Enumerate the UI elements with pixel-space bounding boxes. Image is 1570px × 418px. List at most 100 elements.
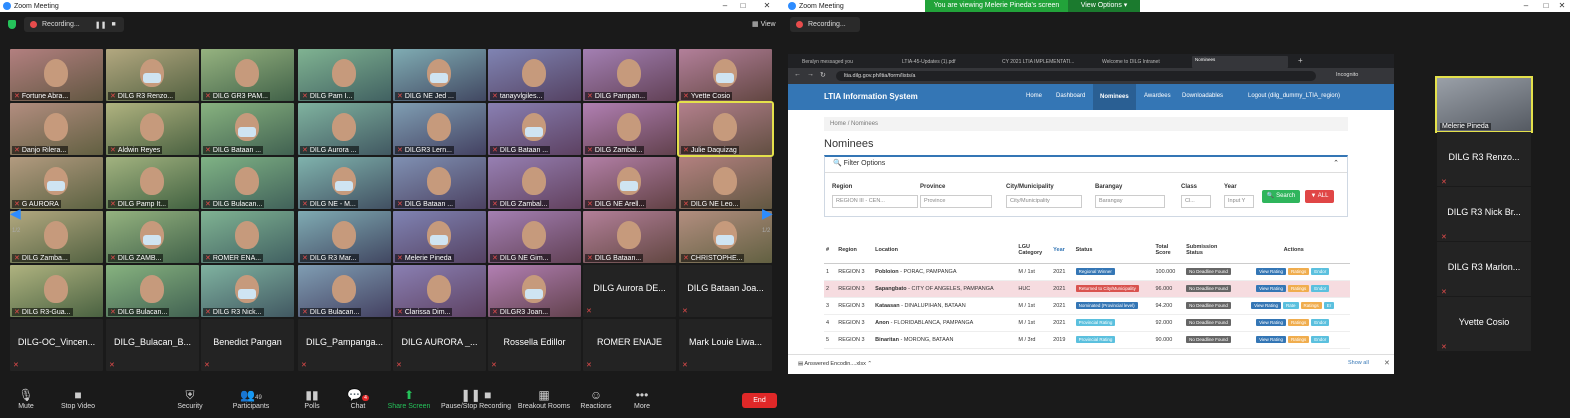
participant-video-tile[interactable]: ✕ tanayvlgiles...	[488, 49, 581, 101]
participant-video-tile[interactable]: ✕ DILG R3 Renzo...	[106, 49, 199, 101]
back-icon[interactable]: ←	[794, 71, 801, 78]
browser-tab[interactable]: Welcome to DILG Intranet	[1092, 56, 1188, 68]
participant-tile[interactable]: DILG Aurora DE... ✕	[583, 265, 676, 317]
participant-video-tile[interactable]: ✕ DILG NE Leo...	[679, 157, 772, 209]
participant-video-tile[interactable]: ✕ ROMER ENA...	[201, 211, 294, 263]
participant-video-tile[interactable]: ✕ DILG Bataan ...	[201, 103, 294, 155]
view-options-button[interactable]: View Options ▾	[1068, 0, 1140, 12]
participant-tile[interactable]: Mark Louie Liwa... ✕	[679, 319, 772, 371]
view-button[interactable]: ▦ View	[752, 20, 776, 28]
side-participant-tile[interactable]: DILG R3 Nick Br... ✕	[1437, 187, 1531, 241]
participant-video-tile[interactable]: ✕ CHRISTOPHE...	[679, 211, 772, 263]
browser-tab-active[interactable]: Nominees	[1192, 56, 1288, 68]
participant-video-tile[interactable]: ✕ DILG Aurora ...	[298, 103, 391, 155]
action-button[interactable]: Ratings	[1288, 336, 1310, 343]
url-field[interactable]: ltia.dilg.gov.ph/ltia/form/lists/a	[836, 71, 1316, 81]
end-meeting-button[interactable]: End	[742, 393, 777, 408]
action-button[interactable]: Endor	[1311, 285, 1330, 292]
side-video-tile[interactable]: Melerie Pineda	[1435, 76, 1533, 133]
nav-nominees[interactable]: Nominees	[1093, 84, 1136, 110]
filter-select[interactable]: Cl...	[1181, 195, 1211, 208]
participant-video-tile[interactable]: ✕ DILG NE Gim...	[488, 211, 581, 263]
participant-video-tile[interactable]: ✕ G AURORA	[10, 157, 103, 209]
participant-video-tile[interactable]: ✕ DILGR3 Joan...	[488, 265, 581, 317]
action-button[interactable]: Ratings	[1300, 302, 1322, 309]
participant-tile[interactable]: DILG Bataan Joa... ✕	[679, 265, 772, 317]
filter-select[interactable]: Province	[920, 195, 992, 208]
participant-video-tile[interactable]: ✕ DILG Pam I...	[298, 49, 391, 101]
participant-video-tile[interactable]: ✕ DILG R3 Nick...	[201, 265, 294, 317]
filter-header[interactable]: 🔍 Filter Options ⌃	[825, 157, 1347, 173]
reload-icon[interactable]: ↻	[820, 71, 826, 79]
participant-video-tile[interactable]: ✕ DILG Pamp It...	[106, 157, 199, 209]
nav-dashboard[interactable]: Dashboard	[1056, 93, 1085, 99]
nav-home[interactable]: Home	[1026, 93, 1042, 99]
close-download-bar-icon[interactable]: ✕	[1384, 359, 1390, 367]
prev-page-arrow-icon[interactable]: ◀	[10, 205, 21, 222]
security-button[interactable]: ⛨ Security	[160, 388, 220, 410]
action-button[interactable]: Er	[1323, 302, 1335, 309]
security-shield-icon[interactable]	[8, 20, 16, 29]
action-button[interactable]: Endor	[1311, 336, 1330, 343]
browser-tab[interactable]: LTIA-45-Updates (1).pdf	[892, 56, 988, 68]
pause-recording-button[interactable]: ❚❚ ■ Pause/Stop Recording	[438, 388, 514, 410]
side-participant-tile[interactable]: DILG R3 Renzo... ✕	[1437, 132, 1531, 186]
participant-video-tile[interactable]: ✕ Yvette Cosio	[679, 49, 772, 101]
action-button[interactable]: View Rating	[1251, 302, 1281, 309]
participant-video-tile[interactable]: ✕ DILG ZAMB...	[106, 211, 199, 263]
participant-tile[interactable]: DILG-OC_Vincen... ✕	[10, 319, 103, 371]
nav-downloadables[interactable]: Downloadables	[1182, 93, 1223, 99]
action-button[interactable]: Rate	[1283, 302, 1299, 309]
participant-tile[interactable]: DILG_Pampanga... ✕	[298, 319, 391, 371]
stop-video-button[interactable]: ■ Stop Video	[48, 388, 108, 410]
new-tab-icon[interactable]: +	[1298, 56, 1303, 65]
close-icon[interactable]: ✕	[760, 0, 774, 12]
side-participant-tile[interactable]: Yvette Cosio ✕	[1437, 297, 1531, 351]
minimize-icon[interactable]: –	[718, 0, 732, 12]
next-page-arrow-icon[interactable]: ▶	[762, 205, 773, 222]
participant-video-tile[interactable]: ✕ DILG Bulacan...	[201, 157, 294, 209]
participant-video-tile[interactable]: ✕ DILG Zambal...	[583, 103, 676, 155]
participant-video-tile[interactable]: ✕ DILG Bataan ...	[488, 103, 581, 155]
participant-video-tile[interactable]: ✕ Danjo Rilera...	[10, 103, 103, 155]
participant-video-tile[interactable]: ✕ DILG Pampan...	[583, 49, 676, 101]
participant-video-tile[interactable]: ✕ Aldwin Reyes	[106, 103, 199, 155]
browser-tab[interactable]: CY 2021 LTIA IMPLEMENTATI...	[992, 56, 1088, 68]
participant-video-tile[interactable]: ✕ DILG Bulacan...	[106, 265, 199, 317]
action-button[interactable]: View Rating	[1256, 268, 1286, 275]
filter-select[interactable]: Barangay	[1095, 195, 1165, 208]
action-button[interactable]: Ratings	[1288, 268, 1310, 275]
pause-recording-icon[interactable]: ❚❚	[95, 21, 107, 29]
participant-tile[interactable]: Rossella Edillor ✕	[488, 319, 581, 371]
collapse-icon[interactable]: ⌃	[1333, 157, 1339, 171]
breadcrumb-home[interactable]: Home	[830, 121, 846, 127]
participant-video-tile[interactable]: ✕ DILG Zambal...	[488, 157, 581, 209]
participant-video-tile[interactable]: ✕ DILG NE Arell...	[583, 157, 676, 209]
side-participant-tile[interactable]: DILG R3 Marlon... ✕	[1437, 242, 1531, 296]
participant-video-tile[interactable]: ✕ DILG R3 Mar...	[298, 211, 391, 263]
action-button[interactable]: Ratings	[1288, 319, 1310, 326]
close-icon[interactable]: ✕	[1555, 0, 1569, 12]
participant-tile[interactable]: DILG_Bulacan_B... ✕	[106, 319, 199, 371]
browser-tab[interactable]: Beralyn messaged you	[792, 56, 888, 68]
action-button[interactable]: Endor	[1311, 319, 1330, 326]
participant-video-tile[interactable]: ✕ DILG R3-Gua...	[10, 265, 103, 317]
participant-video-tile[interactable]: ✕ DILG Bulacan...	[298, 265, 391, 317]
participant-video-tile[interactable]: ✕ DILG GR3 PAM...	[201, 49, 294, 101]
all-button[interactable]: ▼ ALL	[1305, 190, 1334, 203]
stop-recording-icon[interactable]: ■	[111, 21, 115, 28]
participant-video-tile[interactable]: ✕ DILG NE Jed ...	[393, 49, 486, 101]
participant-video-tile[interactable]: ✕ DILG Bataan...	[583, 211, 676, 263]
show-all-link[interactable]: Show all	[1348, 360, 1369, 366]
participant-video-tile[interactable]: ✕ Fortune Abra...	[10, 49, 103, 101]
action-button[interactable]: View Rating	[1256, 319, 1286, 326]
filter-select[interactable]: Input Y	[1224, 195, 1254, 208]
action-button[interactable]: Ratings	[1288, 285, 1310, 292]
participant-video-tile[interactable]: ✕ DILGR3 Lern...	[393, 103, 486, 155]
participant-video-tile[interactable]: ✕ Julie Daquizag	[677, 101, 774, 157]
participant-video-tile[interactable]: ✕ DILG Bataan ...	[393, 157, 486, 209]
participant-video-tile[interactable]: ✕ DILG NE - M...	[298, 157, 391, 209]
search-button[interactable]: 🔍 Search	[1262, 190, 1300, 203]
participant-video-tile[interactable]: ✕ DILG Zamba...	[10, 211, 103, 263]
breakout-rooms-button[interactable]: ▦ Breakout Rooms	[514, 388, 574, 410]
